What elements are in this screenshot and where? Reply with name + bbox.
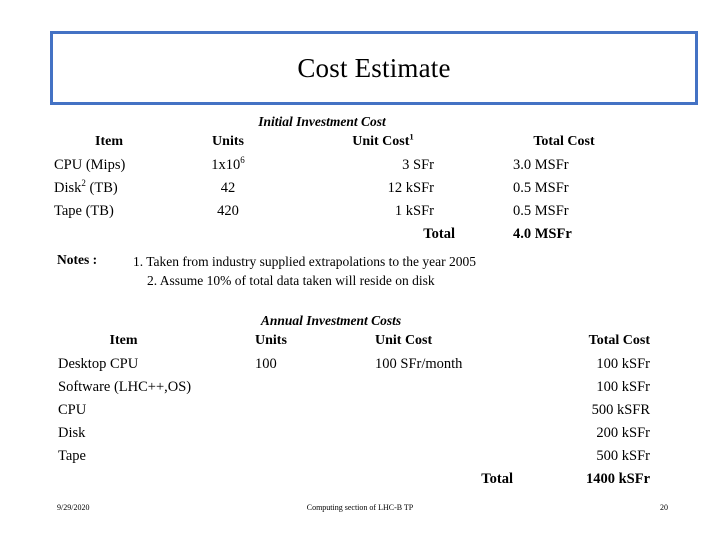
- cell-unit-cost: 3 SFr: [402, 157, 434, 173]
- cell-unit-cost: [375, 425, 535, 448]
- cell-item: Desktop CPU: [58, 356, 139, 372]
- cell-units-value: 1x10: [211, 157, 241, 173]
- cell-empty: [255, 471, 375, 494]
- table-row: CPU 500 kSFR: [50, 402, 650, 425]
- cell-item: CPU: [58, 402, 87, 418]
- cell-unit-cost: [375, 379, 535, 402]
- footer-source: Computing section of LHC-B TP: [306, 503, 414, 512]
- slide-footer: 9/29/2020 Computing section of LHC-B TP …: [0, 503, 720, 519]
- cell-item: Tape: [58, 448, 86, 464]
- cell-total-cost: 100 kSFr: [596, 356, 650, 372]
- note-item: 2. Assume 10% of total data taken will r…: [147, 273, 435, 288]
- footer-page-number: 20: [660, 503, 668, 512]
- cell-units: 42: [220, 180, 236, 196]
- cell-unit-cost: 100 SFr/month: [375, 356, 463, 372]
- cell-item-suffix: (TB): [85, 180, 118, 196]
- cell-empty: [168, 226, 288, 249]
- initial-investment-caption: Initial Investment Cost: [258, 114, 386, 129]
- unit-cost-footnote-marker: 1: [409, 131, 414, 142]
- table-header-row: Item Units Unit Cost1 Total Cost: [50, 131, 650, 157]
- table-total-row: Total 4.0 MSFr: [50, 226, 650, 249]
- cell-total-cost: 0.5 MSFr: [513, 180, 569, 196]
- cell-item-label: Disk: [54, 180, 82, 196]
- cell-units: [255, 379, 375, 402]
- cell-item: Disk2 (TB): [50, 179, 168, 203]
- annual-investment-table: Item Units Unit Cost Total Cost Desktop …: [50, 333, 650, 494]
- cell-total-cost: 500 kSFr: [596, 448, 650, 464]
- cell-unit-cost: [375, 402, 535, 425]
- cell-item: CPU (Mips): [54, 157, 126, 173]
- notes-list: 1. Taken from industry supplied extrapol…: [50, 252, 670, 290]
- column-header-item: Item: [95, 134, 123, 149]
- cell-unit-cost: 12 kSFr: [387, 180, 434, 196]
- cell-total-cost: 200 kSFr: [596, 425, 650, 441]
- notes-label: Notes :: [57, 252, 98, 267]
- column-header-total-cost: Total Cost: [588, 333, 650, 348]
- table-row: Tape 500 kSFr: [50, 448, 650, 471]
- title-box: Cost Estimate: [50, 31, 698, 105]
- cell-units: [255, 425, 375, 448]
- page-title: Cost Estimate: [297, 52, 451, 83]
- table-row: Disk 200 kSFr: [50, 425, 650, 448]
- cell-total-cost: 0.5 MSFr: [513, 203, 569, 219]
- cell-units: [255, 402, 375, 425]
- cell-units: [255, 448, 375, 471]
- cell-unit-cost: [375, 448, 535, 471]
- table-row: CPU (Mips) 1x106 3 SFr 3.0 MSFr: [50, 155, 650, 180]
- total-value: 1400 kSFr: [585, 471, 650, 487]
- column-header-units: Units: [212, 134, 244, 149]
- table-row: Software (LHC++,OS) 100 kSFr: [50, 379, 650, 402]
- notes-block: Notes : 1. Taken from industry supplied …: [50, 252, 670, 290]
- initial-investment-table: Item Units Unit Cost1 Total Cost CPU (Mi…: [50, 131, 650, 249]
- column-header-unit-cost: Unit Cost1: [288, 131, 478, 157]
- annual-investment-caption: Annual Investment Costs: [260, 313, 402, 328]
- table-row: Disk2 (TB) 42 12 kSFr 0.5 MSFr: [50, 179, 650, 203]
- column-header-unit-cost-label: Unit Cost: [352, 134, 410, 149]
- cell-units-exponent: 6: [240, 155, 245, 166]
- cell-empty: [50, 226, 168, 249]
- slide-canvas: Cost Estimate Initial Investment Cost It…: [0, 0, 720, 540]
- cell-item: Disk: [58, 425, 86, 441]
- cell-units: 100: [255, 356, 277, 372]
- note-item: 1. Taken from industry supplied extrapol…: [133, 254, 476, 269]
- cell-units: 420: [217, 203, 239, 219]
- total-value: 4.0 MSFr: [513, 226, 572, 242]
- column-header-unit-cost: Unit Cost: [375, 333, 433, 348]
- cell-empty: [50, 471, 255, 494]
- total-label: Total: [481, 471, 513, 487]
- cell-unit-cost: 1 kSFr: [394, 203, 434, 219]
- table-header-row: Item Units Unit Cost Total Cost: [50, 333, 651, 356]
- table-row: Tape (TB) 420 1 kSFr 0.5 MSFr: [50, 203, 650, 226]
- table-total-row: Total 1400 kSFr: [50, 471, 650, 494]
- total-label: Total: [423, 226, 455, 242]
- cell-total-cost: 100 kSFr: [596, 379, 650, 395]
- cell-total-cost: 3.0 MSFr: [513, 157, 569, 173]
- column-header-total-cost: Total Cost: [533, 134, 595, 149]
- cell-total-cost: 500 kSFR: [591, 402, 650, 418]
- cell-item: Tape (TB): [54, 203, 114, 219]
- column-header-units: Units: [255, 333, 287, 348]
- cell-item: Software (LHC++,OS): [58, 379, 192, 395]
- column-header-item: Item: [109, 333, 138, 348]
- table-row: Desktop CPU 100 100 SFr/month 100 kSFr: [50, 356, 650, 379]
- cell-units: 1x106: [168, 155, 288, 180]
